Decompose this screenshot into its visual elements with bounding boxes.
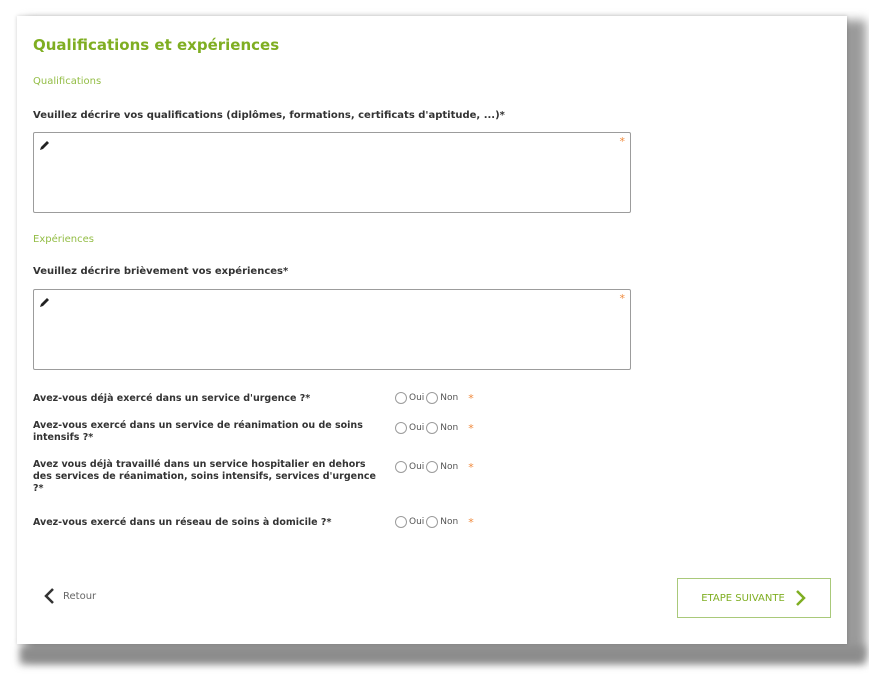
card-shadow-bottom [20, 646, 865, 664]
no-label: Non [440, 423, 459, 433]
domicile-yes-radio[interactable] [395, 516, 407, 528]
hospitalier-question: Avez vous déjà travaillé dans un service… [33, 459, 376, 494]
urgence-yes-radio[interactable] [395, 392, 407, 404]
domicile-radio-group: Oui Non * [395, 514, 474, 530]
experiences-textarea[interactable]: * [33, 289, 631, 370]
urgence-no-radio[interactable] [426, 392, 439, 404]
reanimation-yes-radio[interactable] [395, 422, 407, 434]
chevron-left-icon [44, 588, 54, 604]
urgence-question: Avez-vous déjà exercé dans un service d'… [33, 393, 311, 404]
required-marker: * [468, 515, 474, 529]
domicile-no-radio[interactable] [426, 516, 439, 528]
chevron-right-icon [795, 590, 806, 606]
no-label: Non [440, 517, 459, 527]
no-label: Non [440, 462, 459, 472]
page-title: Qualifications et expériences [33, 36, 280, 54]
hospitalier-no-radio[interactable] [426, 461, 439, 473]
required-marker: * [619, 292, 626, 305]
reanimation-radio-group: Oui Non * [395, 420, 474, 436]
pencil-icon [40, 298, 49, 307]
next-step-button[interactable]: ETAPE SUIVANTE [677, 578, 831, 618]
no-label: Non [440, 393, 459, 403]
yes-label: Oui [409, 393, 425, 403]
form-card: Qualifications et expériences Qualificat… [17, 16, 847, 644]
back-button[interactable]: Retour [43, 587, 96, 605]
hospitalier-yes-radio[interactable] [395, 461, 407, 473]
required-marker: * [468, 460, 474, 474]
reanimation-question: Avez-vous exercé dans un service de réan… [33, 420, 363, 443]
required-marker: * [619, 135, 626, 148]
domicile-question: Avez-vous exercé dans un réseau de soins… [33, 517, 332, 528]
urgence-radio-group: Oui Non * [395, 390, 474, 406]
hospitalier-radio-group: Oui Non * [395, 459, 474, 475]
required-marker: * [468, 391, 474, 405]
next-label: ETAPE SUIVANTE [701, 592, 785, 604]
experiences-heading: Expériences [33, 234, 94, 245]
yes-label: Oui [409, 423, 425, 433]
experiences-question: Veuillez décrire brièvement vos expérien… [33, 266, 289, 277]
qualifications-textarea[interactable]: * [33, 132, 631, 213]
yes-label: Oui [409, 462, 425, 472]
yes-label: Oui [409, 517, 425, 527]
qualifications-question: Veuillez décrire vos qualifications (dip… [33, 110, 505, 121]
back-label: Retour [63, 590, 97, 602]
required-marker: * [468, 421, 474, 435]
reanimation-no-radio[interactable] [426, 422, 439, 434]
qualifications-heading: Qualifications [33, 76, 102, 87]
pencil-icon [40, 141, 49, 150]
